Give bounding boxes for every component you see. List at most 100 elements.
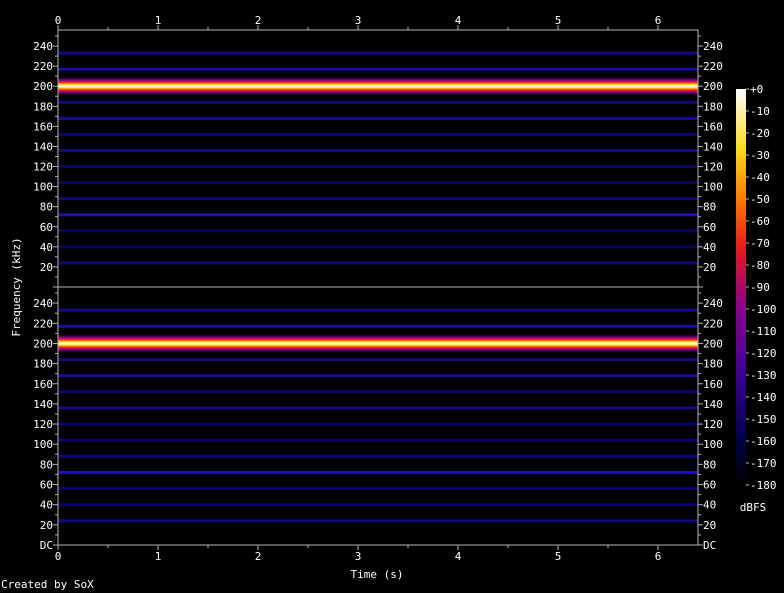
y-tick-label-left: DC bbox=[40, 539, 53, 552]
spur-line bbox=[58, 487, 698, 491]
y-tick-label-right: 40 bbox=[703, 499, 716, 512]
y-tick-label-right: 80 bbox=[703, 458, 716, 471]
spur-line bbox=[58, 308, 698, 312]
colorbar-tick-label: -10 bbox=[750, 105, 770, 118]
y-tick-label-right: 100 bbox=[703, 438, 723, 451]
x-tick-label-top: 1 bbox=[155, 14, 162, 27]
spur-line bbox=[58, 422, 698, 426]
y-tick-label-left: 160 bbox=[33, 378, 53, 391]
colorbar-tick-label: -40 bbox=[750, 171, 770, 184]
spectrogram-panel-1 bbox=[57, 29, 699, 288]
x-tick-label-top: 5 bbox=[555, 14, 562, 27]
tone-band bbox=[58, 334, 698, 353]
spur-line bbox=[58, 67, 698, 71]
y-tick-label-left: 80 bbox=[40, 201, 53, 214]
y-tick-label-left: 200 bbox=[33, 80, 53, 93]
y-tick-label-left: 240 bbox=[33, 297, 53, 310]
x-tick-label-bottom: 3 bbox=[355, 550, 362, 563]
spur-line bbox=[58, 358, 698, 362]
y-tick-label-right: 220 bbox=[703, 317, 723, 330]
colorbar-tick-label: -20 bbox=[750, 127, 770, 140]
spur-line bbox=[58, 503, 698, 507]
colorbar-tick-label: -160 bbox=[750, 435, 777, 448]
y-tick-label-left: 20 bbox=[40, 519, 53, 532]
colorbar-unit-label: dBFS bbox=[740, 501, 767, 514]
spur-line bbox=[58, 116, 698, 120]
y-tick-label-left: 60 bbox=[40, 221, 53, 234]
spur-line bbox=[58, 197, 698, 201]
y-tick-label-left: 240 bbox=[33, 40, 53, 53]
colorbar-tick-label: -150 bbox=[750, 413, 777, 426]
y-tick-label-left: 20 bbox=[40, 261, 53, 274]
spur-line bbox=[58, 229, 698, 233]
x-tick-label-bottom: 0 bbox=[55, 550, 62, 563]
y-tick-label-right: 180 bbox=[703, 100, 723, 113]
spur-line bbox=[58, 454, 698, 458]
colorbar-tick-label: -90 bbox=[750, 281, 770, 294]
spur-line bbox=[58, 148, 698, 152]
x-tick-label-bottom: 6 bbox=[655, 550, 662, 563]
y-tick-label-right: 180 bbox=[703, 358, 723, 371]
colorbar-tick-label: -120 bbox=[750, 347, 777, 360]
colorbar-tick-label: -100 bbox=[750, 303, 777, 316]
colorbar-tick-label: -30 bbox=[750, 149, 770, 162]
y-tick-label-right: 60 bbox=[703, 221, 716, 234]
y-tick-label-right: 220 bbox=[703, 60, 723, 73]
spur-line bbox=[58, 51, 698, 55]
y-tick-label-left: 120 bbox=[33, 418, 53, 431]
y-tick-label-right: 140 bbox=[703, 398, 723, 411]
y-tick-label-left: 140 bbox=[33, 398, 53, 411]
y-tick-label-left: 220 bbox=[33, 60, 53, 73]
y-tick-label-left: 180 bbox=[33, 358, 53, 371]
spur-line bbox=[58, 245, 698, 249]
y-tick-label-left: 100 bbox=[33, 438, 53, 451]
y-tick-label-right: 160 bbox=[703, 120, 723, 133]
y-axis-label: Frequency (kHz) bbox=[10, 237, 23, 336]
x-axis-label: Time (s) bbox=[351, 568, 404, 581]
colorbar-tick-label: -60 bbox=[750, 215, 770, 228]
y-tick-label-right: 40 bbox=[703, 241, 716, 254]
spur-line bbox=[58, 374, 698, 378]
x-tick-label-top: 0 bbox=[55, 14, 62, 27]
y-tick-label-right: 20 bbox=[703, 261, 716, 274]
y-tick-label-left: 100 bbox=[33, 181, 53, 194]
credit-text: Created by SoX bbox=[1, 578, 94, 591]
spur-line bbox=[58, 261, 698, 265]
colorbar-tick-label: -110 bbox=[750, 325, 777, 338]
spur-line bbox=[58, 470, 698, 474]
x-tick-label-top: 3 bbox=[355, 14, 362, 27]
y-tick-label-left: 80 bbox=[40, 458, 53, 471]
spur-line bbox=[58, 519, 698, 523]
y-tick-label-left: 40 bbox=[40, 241, 53, 254]
spectrogram-figure: 2040608010012014016018020022024020406080… bbox=[10, 14, 777, 581]
y-tick-label-right: 240 bbox=[703, 297, 723, 310]
y-tick-label-right: 240 bbox=[703, 40, 723, 53]
colorbar-tick-label: -170 bbox=[750, 457, 777, 470]
spur-line bbox=[58, 438, 698, 442]
x-tick-label-bottom: 5 bbox=[555, 550, 562, 563]
y-tick-label-right: 200 bbox=[703, 337, 723, 350]
colorbar-labels: +0 -10 -20 -30 -40 -50 -60 -70 -80 -90 -100 -110 -12… bbox=[746, 83, 777, 492]
x-tick-label-bottom: 4 bbox=[455, 550, 462, 563]
y-tick-label-right: 120 bbox=[703, 418, 723, 431]
y-tick-label-left: 220 bbox=[33, 317, 53, 330]
y-tick-label-right: 160 bbox=[703, 378, 723, 391]
y-tick-label-left: 140 bbox=[33, 140, 53, 153]
x-tick-label-bottom: 1 bbox=[155, 550, 162, 563]
spur-line bbox=[58, 100, 698, 104]
spur-line bbox=[58, 406, 698, 410]
x-tick-label-top: 6 bbox=[655, 14, 662, 27]
y-tick-label-right: 80 bbox=[703, 201, 716, 214]
y-tick-label-left: 60 bbox=[40, 479, 53, 492]
y-tick-label-right: DC bbox=[703, 539, 716, 552]
tone-band bbox=[58, 77, 698, 96]
y-tick-label-right: 100 bbox=[703, 181, 723, 194]
spectrogram-panels bbox=[57, 29, 699, 546]
y-tick-label-right: 20 bbox=[703, 519, 716, 532]
y-tick-label-right: 200 bbox=[703, 80, 723, 93]
colorbar-tick-label: -50 bbox=[750, 193, 770, 206]
spur-line bbox=[58, 324, 698, 328]
x-tick-label-top: 2 bbox=[255, 14, 262, 27]
x-tick-label-bottom: 2 bbox=[255, 550, 262, 563]
colorbar-tick-label: -130 bbox=[750, 369, 777, 382]
